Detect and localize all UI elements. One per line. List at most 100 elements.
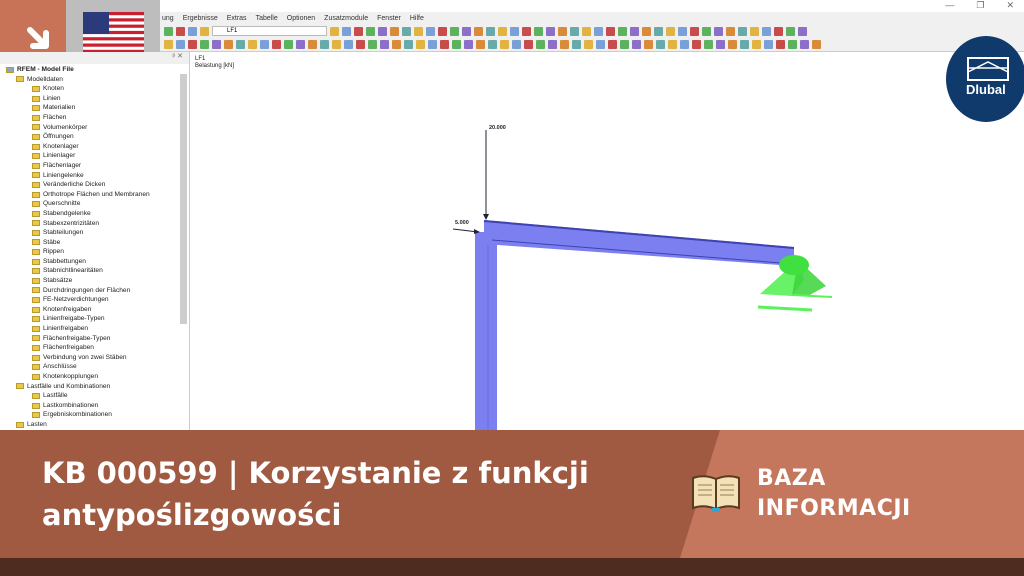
toolbar-button-icon[interactable]	[464, 40, 473, 49]
toolbar-button-icon[interactable]	[330, 26, 339, 36]
toolbar-button-icon[interactable]	[414, 26, 423, 36]
tree-item[interactable]: Knoten	[0, 84, 189, 94]
tree-item[interactable]: Flächenlager	[0, 161, 189, 171]
tree-item[interactable]: Veränderliche Dicken	[0, 180, 189, 190]
dlubal-logo[interactable]: Dlubal	[946, 36, 1024, 122]
toolbar-button-icon[interactable]	[584, 40, 593, 49]
toolbar-button-icon[interactable]	[740, 40, 749, 49]
tree-item[interactable]: Verbindung von zwei Stäben	[0, 353, 189, 363]
toolbar-button-icon[interactable]	[702, 26, 711, 36]
tree-item[interactable]: Lastfälle	[0, 391, 189, 401]
toolbar-button-icon[interactable]	[438, 26, 447, 36]
tree-item[interactable]: Stabendgelenke	[0, 209, 189, 219]
toolbar-button-icon[interactable]	[260, 40, 269, 49]
tree-item[interactable]: Stabnichtlinearitäten	[0, 266, 189, 276]
toolbar-button-icon[interactable]	[332, 40, 341, 49]
tree-item[interactable]: Flächenfreigaben	[0, 343, 189, 353]
tree-item[interactable]: Lasten	[0, 420, 189, 430]
toolbar-button-icon[interactable]	[474, 26, 483, 36]
toolbar-button-icon[interactable]	[320, 40, 329, 49]
toolbar-button-icon[interactable]	[776, 40, 785, 49]
toolbar-button-icon[interactable]	[704, 40, 713, 49]
toolbar-button-icon[interactable]	[800, 40, 809, 49]
tree-item[interactable]: Stäbe	[0, 238, 189, 248]
toolbar-button-icon[interactable]	[812, 40, 821, 49]
toolbar-button-icon[interactable]	[738, 26, 747, 36]
loadcase-combo[interactable]: LF1	[212, 26, 327, 36]
toolbar-button-icon[interactable]	[690, 26, 699, 36]
tree-item[interactable]: Flächenfreigabe-Typen	[0, 334, 189, 344]
toolbar-button-icon[interactable]	[392, 40, 401, 49]
tree-item[interactable]: Linienfreigabe-Typen	[0, 314, 189, 324]
menu-item[interactable]: Tabelle	[256, 15, 278, 22]
toolbar-button-icon[interactable]	[798, 26, 807, 36]
toolbar-button-icon[interactable]	[500, 40, 509, 49]
toolbar-button-icon[interactable]	[366, 26, 375, 36]
toolbar-button-icon[interactable]	[630, 26, 639, 36]
scrollbar[interactable]	[180, 74, 187, 324]
toolbar-button-icon[interactable]	[654, 26, 663, 36]
tree-item[interactable]: Stabbettungen	[0, 257, 189, 267]
toolbar-button-icon[interactable]	[416, 40, 425, 49]
toolbar-button-icon[interactable]	[176, 26, 185, 36]
tree-item[interactable]: Rippen	[0, 247, 189, 257]
tree-item[interactable]: Materialien	[0, 103, 189, 113]
toolbar-button-icon[interactable]	[200, 26, 209, 36]
tree-item[interactable]: Knotenfreigaben	[0, 305, 189, 315]
toolbar-button-icon[interactable]	[524, 40, 533, 49]
tree-item[interactable]: Flächen	[0, 113, 189, 123]
tree-item[interactable]: Orthotrope Flächen und Membranen	[0, 190, 189, 200]
close-icon[interactable]: ✕	[1006, 0, 1014, 11]
toolbar-button-icon[interactable]	[666, 26, 675, 36]
toolbar-button-icon[interactable]	[356, 40, 365, 49]
tree-item[interactable]: Volumenkörper	[0, 123, 189, 133]
toolbar-button-icon[interactable]	[582, 26, 591, 36]
tree-item[interactable]: Durchdringungen der Flächen	[0, 286, 189, 296]
tree-item[interactable]: Linienfreigaben	[0, 324, 189, 334]
toolbar-button-icon[interactable]	[512, 40, 521, 49]
toolbar-button-icon[interactable]	[450, 26, 459, 36]
toolbar-button-icon[interactable]	[308, 40, 317, 49]
minimize-icon[interactable]: —	[945, 0, 954, 11]
toolbar-button-icon[interactable]	[354, 26, 363, 36]
toolbar-button-icon[interactable]	[452, 40, 461, 49]
toolbar-button-icon[interactable]	[716, 40, 725, 49]
tree-item[interactable]: Lastkombinationen	[0, 401, 189, 411]
toolbar-button-icon[interactable]	[486, 26, 495, 36]
toolbar-button-icon[interactable]	[476, 40, 485, 49]
toolbar-button-icon[interactable]	[632, 40, 641, 49]
toolbar-button-icon[interactable]	[224, 40, 233, 49]
menu-item[interactable]: Extras	[227, 15, 247, 22]
toolbar-button-icon[interactable]	[762, 26, 771, 36]
menu-item[interactable]: Fenster	[377, 15, 401, 22]
toolbar-button-icon[interactable]	[536, 40, 545, 49]
menu-item[interactable]: Hilfe	[410, 15, 424, 22]
toolbar-button-icon[interactable]	[534, 26, 543, 36]
toolbar-button-icon[interactable]	[644, 40, 653, 49]
tree-item[interactable]: Modelldaten	[0, 75, 189, 85]
toolbar-button-icon[interactable]	[510, 26, 519, 36]
toolbar-button-icon[interactable]	[498, 26, 507, 36]
tree-item[interactable]: FE-Netzverdichtungen	[0, 295, 189, 305]
panel-controls[interactable]: ᵖ ✕	[0, 52, 189, 64]
toolbar-button-icon[interactable]	[774, 26, 783, 36]
toolbar-button-icon[interactable]	[368, 40, 377, 49]
toolbar-button-icon[interactable]	[606, 26, 615, 36]
toolbar-button-icon[interactable]	[558, 26, 567, 36]
toolbar-button-icon[interactable]	[440, 40, 449, 49]
tree-item[interactable]: Lastfälle und Kombinationen	[0, 382, 189, 392]
menu-item[interactable]: Ergebnisse	[183, 15, 218, 22]
toolbar-button-icon[interactable]	[488, 40, 497, 49]
toolbar-button-icon[interactable]	[402, 26, 411, 36]
tree-item[interactable]: Linien	[0, 94, 189, 104]
toolbar-button-icon[interactable]	[608, 40, 617, 49]
menu-item[interactable]: Optionen	[287, 15, 315, 22]
tree-item[interactable]: Stabteilungen	[0, 228, 189, 238]
toolbar-button-icon[interactable]	[428, 40, 437, 49]
toolbar-button-icon[interactable]	[344, 40, 353, 49]
menu-item[interactable]: ung	[162, 15, 174, 22]
toolbar-button-icon[interactable]	[284, 40, 293, 49]
toolbar-button-icon[interactable]	[176, 40, 185, 49]
toolbar-button-icon[interactable]	[200, 40, 209, 49]
toolbar-button-icon[interactable]	[188, 26, 197, 36]
